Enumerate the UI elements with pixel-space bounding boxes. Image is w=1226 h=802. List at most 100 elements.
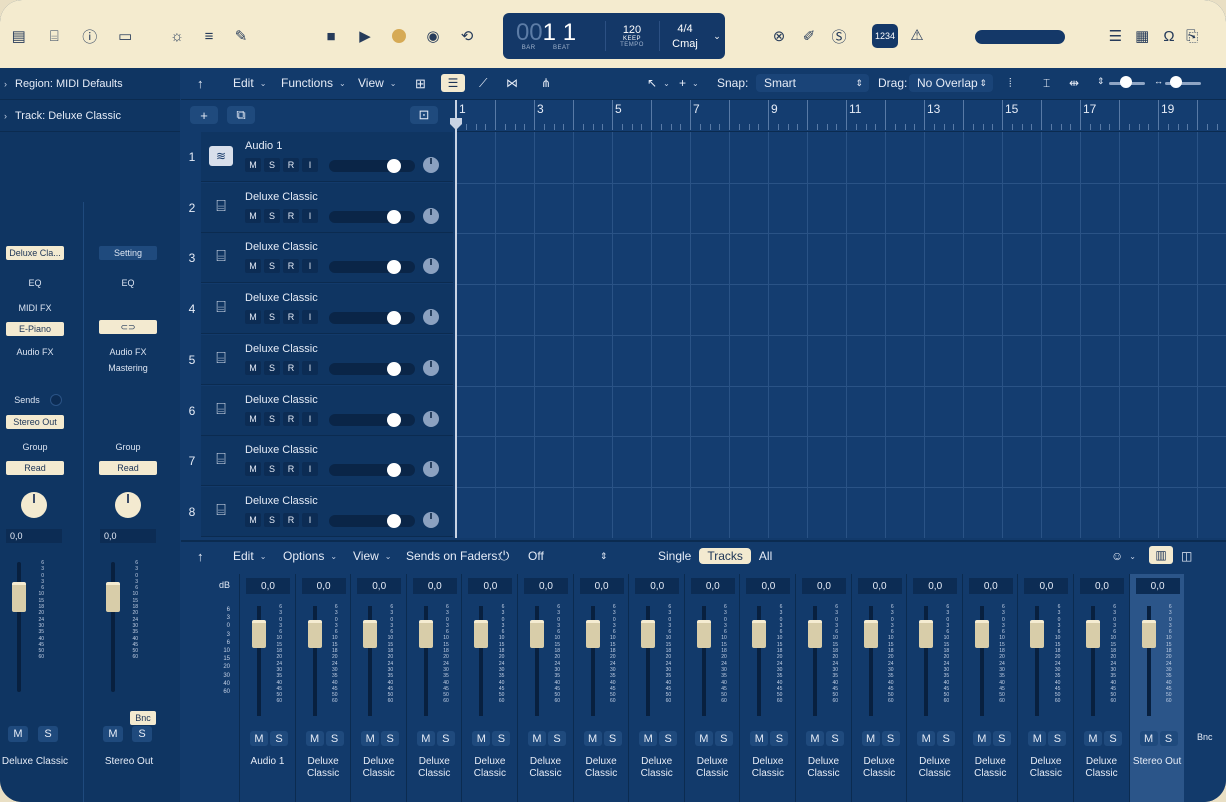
automation-mode-button[interactable]: Read [99, 461, 157, 475]
channel-mute-button[interactable]: M [750, 731, 769, 746]
mixer-channel[interactable]: 0,0 6 3 0 3 6 10 15 18 20 24 30 35 40 45 50 60 M S Deluxe Cl… [850, 574, 906, 802]
channel-fader-cap[interactable] [474, 620, 489, 648]
link-icon[interactable]: ⊂⊃ [99, 320, 157, 334]
track-row[interactable]: 7 ⌸ Deluxe Classic M S R I [181, 436, 455, 487]
channel-mute-button[interactable]: M [305, 731, 324, 746]
track-name[interactable]: Audio 1 [245, 140, 282, 152]
track-volume-slider[interactable] [329, 160, 415, 172]
region-inspector-header[interactable]: › Region: MIDI Defaults [0, 68, 180, 100]
track-input-monitor-button[interactable]: I [302, 259, 318, 274]
track-solo-button[interactable]: S [264, 158, 280, 172]
track-pan-knob[interactable] [423, 461, 439, 478]
channel-volume-readout[interactable]: 0,0 [1080, 578, 1124, 594]
track-mute-button[interactable]: M [245, 158, 261, 172]
channel-mute-button[interactable]: M [1139, 731, 1158, 746]
channel-solo-button[interactable]: S [325, 731, 344, 746]
channel-volume-readout[interactable]: 0,0 [802, 578, 846, 594]
track-volume-slider[interactable] [329, 362, 415, 375]
channel-mute-button[interactable]: M [1028, 731, 1047, 746]
eq-button[interactable]: EQ [99, 276, 157, 290]
loop-browser-icon[interactable]: Ω [1156, 23, 1183, 49]
mixer-channel[interactable]: 0,0 6 3 0 3 6 10 15 18 20 24 30 35 40 45 50 60 M S Deluxe Cl… [683, 574, 739, 802]
record-icon[interactable] [384, 23, 414, 49]
track-volume-slider[interactable] [329, 312, 415, 325]
vertical-fit-icon[interactable]: ⌶ [1043, 76, 1050, 91]
mixer-channel[interactable]: 0,0 6 3 0 3 6 10 15 18 20 24 30 35 40 45 50 60 M S Deluxe Cl… [906, 574, 961, 802]
horizontal-fit-icon[interactable]: ⇹ [1069, 76, 1079, 90]
smiley-icon[interactable]: ☺ ⌄ [1111, 549, 1136, 563]
track-header[interactable]: ⌸ Deluxe Classic M S R I [201, 385, 453, 436]
channel-volume-readout[interactable]: 0,0 [412, 578, 457, 594]
channel-volume-readout[interactable]: 0,0 [246, 578, 290, 594]
output-button[interactable]: Stereo Out [6, 415, 64, 429]
mixer-channel[interactable]: 0,0 6 3 0 3 6 10 15 18 20 24 30 35 40 45 50 60 M S Audio 1 [239, 574, 294, 802]
channel-fader-cap[interactable] [919, 620, 934, 648]
track-record-button[interactable]: R [283, 158, 299, 172]
track-mute-button[interactable]: M [245, 360, 261, 375]
track-pan-knob[interactable] [423, 157, 439, 173]
volume-fader-cap[interactable] [12, 582, 26, 612]
track-input-monitor-button[interactable]: I [302, 411, 318, 426]
track-volume-slider[interactable] [329, 464, 415, 477]
track-solo-button[interactable]: S [264, 208, 280, 223]
track-solo-button[interactable]: S [264, 462, 280, 477]
track-pan-knob[interactable] [423, 207, 439, 224]
solo-icon[interactable]: Ⓢ [824, 23, 854, 49]
track-volume-slider[interactable] [329, 514, 415, 527]
mute-button[interactable]: M [103, 726, 123, 742]
narrow-channels-icon[interactable]: ▥ [1149, 546, 1173, 564]
volume-fader-cap[interactable] [106, 582, 120, 612]
track-header[interactable]: ⌸ Deluxe Classic M S R I [201, 334, 453, 385]
track-solo-button[interactable]: S [264, 310, 280, 325]
horizontal-zoom-thumb[interactable] [1170, 76, 1182, 88]
channel-solo-button[interactable]: S [603, 731, 622, 746]
midi-fx-slot[interactable]: MIDI FX [6, 301, 64, 315]
channel-mute-button[interactable]: M [806, 731, 824, 746]
channel-fader-cap[interactable] [752, 620, 767, 648]
track-record-button[interactable]: R [283, 310, 299, 325]
stop-icon[interactable]: ■ [316, 23, 346, 49]
automation-mode-button[interactable]: Read [6, 461, 64, 475]
track-row[interactable]: 1 ≋ Audio 1 MSRI [181, 132, 455, 182]
smart-controls-icon[interactable]: ☼ [162, 23, 192, 49]
track-name[interactable]: Deluxe Classic [245, 343, 318, 355]
channel-solo-button[interactable]: S [381, 731, 400, 746]
channel-solo-button[interactable]: S [937, 731, 956, 746]
audio-fx-slot[interactable]: Audio FX [6, 345, 64, 359]
track-row[interactable]: 6 ⌸ Deluxe Classic M S R I [181, 385, 455, 436]
volume-readout[interactable]: 0,0 [6, 529, 62, 543]
track-record-button[interactable]: R [283, 208, 299, 223]
track-row[interactable]: 4 ⌸ Deluxe Classic M S R I [181, 284, 455, 335]
duplicate-track-icon[interactable]: ⧉ [227, 106, 255, 124]
channel-mute-button[interactable]: M [972, 731, 991, 746]
mixer-edit-menu[interactable]: Edit ⌄ [233, 549, 266, 563]
track-mute-button[interactable]: M [245, 411, 261, 426]
track-input-monitor-button[interactable]: I [302, 310, 318, 325]
track-record-button[interactable]: R [283, 411, 299, 426]
channel-volume-readout[interactable]: 0,0 [857, 578, 902, 594]
mixer-channel[interactable]: 0,0 6 3 0 3 6 10 15 18 20 24 30 35 40 45 50 60 M S Deluxe Cl… [1017, 574, 1072, 802]
track-header[interactable]: ≋ Audio 1 MSRI [201, 132, 453, 182]
lcd-display[interactable]: 001 1 BAR BEAT 120 KEEP TEMPO 4/4 Cmaj ⌄ [503, 13, 725, 59]
track-pan-knob[interactable] [423, 511, 439, 528]
sends-on-faders-select[interactable]: Off ⇕ [528, 549, 612, 563]
global-tracks-icon[interactable]: ⊡ [410, 106, 438, 124]
count-in-button[interactable]: 1234 [872, 24, 898, 48]
secondary-tool-icon[interactable]: + ⌄ [679, 76, 699, 90]
track-name[interactable]: Deluxe Classic [245, 495, 318, 507]
back-arrow-icon[interactable]: ↑ [197, 76, 204, 91]
wide-channels-icon[interactable]: ◫ [1181, 549, 1192, 563]
channel-volume-readout[interactable]: 0,0 [635, 578, 680, 594]
instrument-slot[interactable]: E-Piano [6, 322, 64, 336]
functions-menu[interactable]: Functions ⌄ [281, 76, 346, 90]
channel-volume-readout[interactable]: 0,0 [357, 578, 402, 594]
channel-fader-cap[interactable] [363, 620, 378, 648]
solo-button[interactable]: S [38, 726, 58, 742]
mastering-plugin-slot[interactable]: Mastering [99, 361, 157, 375]
all-button[interactable]: All [751, 548, 780, 564]
tracks-grid[interactable] [456, 132, 1226, 538]
channel-fader-cap[interactable] [307, 620, 322, 648]
single-button[interactable]: Single [650, 548, 699, 564]
track-row[interactable]: 3 ⌸ Deluxe Classic M S R I [181, 233, 455, 284]
channel-mute-button[interactable]: M [917, 731, 936, 746]
